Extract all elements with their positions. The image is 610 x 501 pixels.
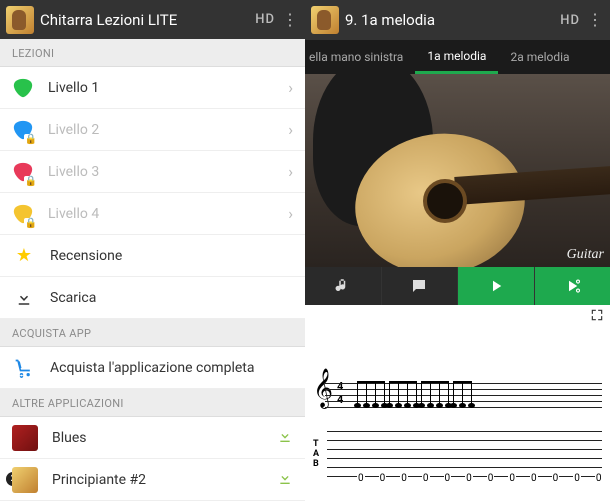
- star-icon: ★: [12, 244, 36, 268]
- pick-icon-green: [12, 77, 34, 99]
- lezioni-list: Livello 1 › 🔒 Livello 2 › 🔒 Livello 3 › …: [0, 67, 305, 319]
- app-title: Chitarra Lezioni LITE: [40, 11, 249, 29]
- lock-icon: 🔒: [24, 134, 38, 145]
- video-controls: [305, 267, 610, 305]
- download-icon[interactable]: [277, 470, 293, 490]
- download-icon: [12, 286, 36, 310]
- video-player[interactable]: Guitar: [305, 74, 610, 267]
- pick-icon-blue: 🔒: [12, 119, 34, 141]
- tab-frets: 0000 0000 0000 000: [357, 473, 610, 484]
- other-app-label: Principiante #2: [52, 472, 263, 488]
- app-icon: [311, 6, 339, 34]
- level-row-2[interactable]: 🔒 Livello 2 ›: [0, 109, 305, 151]
- level-row-4[interactable]: 🔒 Livello 4 ›: [0, 193, 305, 235]
- comment-button[interactable]: [382, 267, 459, 305]
- download-icon[interactable]: [277, 428, 293, 448]
- tab-label: TAB: [313, 439, 319, 469]
- video-watermark: Guitar: [567, 247, 604, 263]
- acquista-list: Acquista l'applicazione completa: [0, 347, 305, 389]
- review-row[interactable]: ★ Recensione: [0, 235, 305, 277]
- level-label: Livello 2: [48, 122, 274, 138]
- app-thumb-icon: [12, 467, 38, 493]
- pick-icon-red: 🔒: [12, 161, 34, 183]
- staff-notes: [357, 381, 472, 405]
- tab-staff: TAB 0000 0000 0000 000: [313, 431, 602, 491]
- play-slow-button[interactable]: [535, 267, 610, 305]
- tab-prev-partial[interactable]: ella mano sinistra: [305, 40, 415, 74]
- chevron-right-icon: ›: [288, 204, 293, 223]
- chevron-right-icon: ›: [288, 78, 293, 97]
- section-header-altre: ALTRE APPLICAZIONI: [0, 389, 305, 417]
- other-app-label: Blues: [52, 430, 263, 446]
- chevron-right-icon: ›: [288, 162, 293, 181]
- play-button[interactable]: [458, 267, 535, 305]
- menu-pane: Chitarra Lezioni LITE HD ⋮ LEZIONI Livel…: [0, 0, 305, 501]
- level-label: Livello 4: [48, 206, 274, 222]
- hd-button[interactable]: HD: [560, 13, 580, 28]
- chevron-right-icon: ›: [288, 120, 293, 139]
- actionbar-left: Chitarra Lezioni LITE HD ⋮: [0, 0, 305, 39]
- level-label: Livello 1: [48, 80, 274, 96]
- actionbar-right: 9. 1a melodia HD ⋮: [305, 0, 610, 40]
- review-label: Recensione: [50, 248, 293, 264]
- app-thumb-icon: [12, 425, 38, 451]
- lesson-pane: 9. 1a melodia HD ⋮ ella mano sinistra 1a…: [305, 0, 610, 501]
- lock-icon: 🔒: [24, 218, 38, 229]
- purchase-row[interactable]: Acquista l'applicazione completa: [0, 347, 305, 389]
- treble-clef-icon: 𝄞: [313, 371, 333, 405]
- fullscreen-button[interactable]: [590, 308, 604, 324]
- app-thumb-wrapper: 2: [12, 467, 38, 493]
- tab-2a-melodia[interactable]: 2a melodia: [498, 40, 573, 74]
- overflow-icon[interactable]: ⋮: [281, 12, 299, 28]
- hd-button[interactable]: HD: [255, 12, 275, 27]
- section-header-acquista: ACQUISTA APP: [0, 319, 305, 347]
- section-header-lezioni: LEZIONI: [0, 39, 305, 67]
- other-app-blues[interactable]: Blues: [0, 417, 305, 459]
- music-staff: 𝄞 44: [313, 375, 602, 425]
- level-row-3[interactable]: 🔒 Livello 3 ›: [0, 151, 305, 193]
- notation-area[interactable]: 𝄞 44 TAB 0000 0000 0000 000: [305, 371, 610, 491]
- altre-list: Blues 2 Principiante #2: [0, 417, 305, 501]
- purchase-label: Acquista l'applicazione completa: [50, 360, 293, 376]
- level-label: Livello 3: [48, 164, 274, 180]
- tab-1a-melodia[interactable]: 1a melodia: [415, 40, 498, 74]
- level-row-1[interactable]: Livello 1 ›: [0, 67, 305, 109]
- cart-icon: [12, 356, 36, 380]
- app-icon: [6, 6, 34, 34]
- lesson-tabs: ella mano sinistra 1a melodia 2a melodia: [305, 40, 610, 74]
- lesson-title: 9. 1a melodia: [345, 11, 554, 29]
- guitar-soundhole: [423, 179, 467, 223]
- download-label: Scarica: [50, 290, 293, 306]
- spacer: [305, 327, 610, 371]
- overflow-icon[interactable]: ⋮: [586, 12, 604, 28]
- pick-icon-yellow: 🔒: [12, 203, 34, 225]
- download-row[interactable]: Scarica: [0, 277, 305, 319]
- fullscreen-row: [305, 305, 610, 327]
- lock-icon: 🔒: [24, 176, 38, 187]
- other-app-principiante[interactable]: 2 Principiante #2: [0, 459, 305, 501]
- notes-view-button[interactable]: [305, 267, 382, 305]
